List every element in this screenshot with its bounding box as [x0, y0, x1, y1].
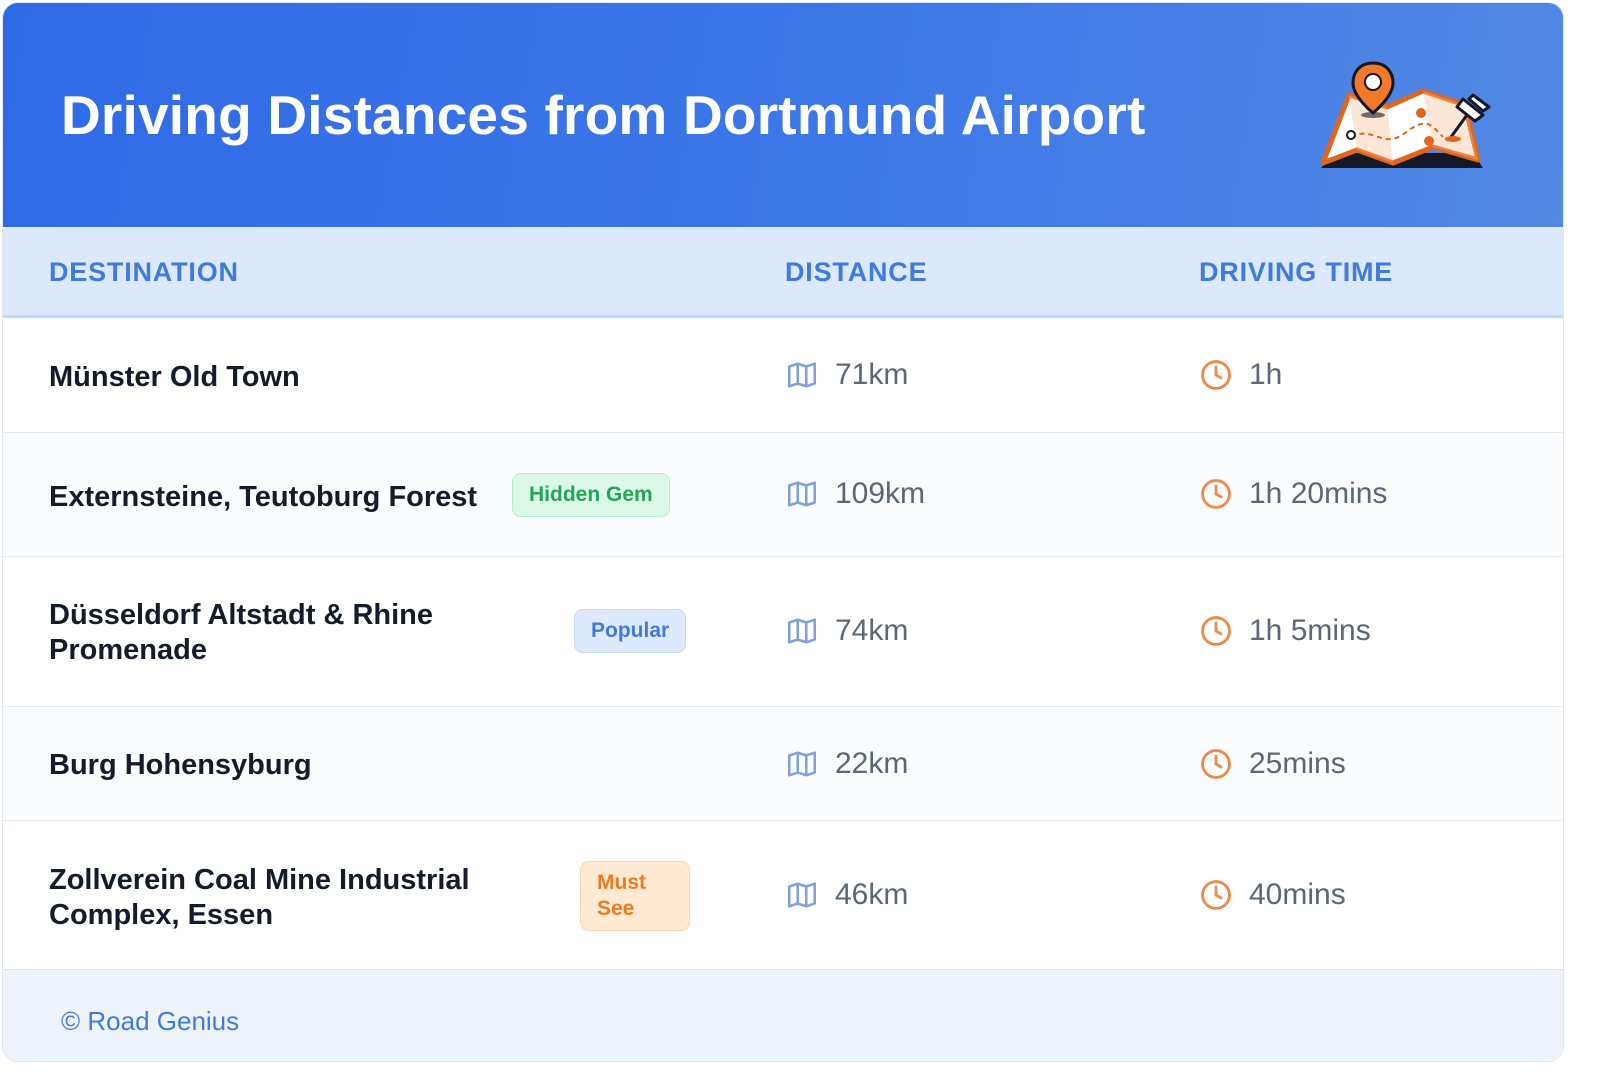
map-pin-illustration — [1320, 61, 1491, 168]
map-icon — [787, 362, 817, 388]
distance-cell: 22km — [785, 747, 908, 781]
header-banner: Driving Distances from Dortmund Airport — [3, 3, 1563, 227]
distance-cell: 46km — [785, 878, 908, 912]
table-row: Burg Hohensyburg 22km 25mins — [3, 707, 1563, 821]
time-value: 1h — [1249, 358, 1283, 391]
time-cell: 25mins — [1199, 747, 1346, 781]
distance-card: Driving Distances from Dortmund Airport … — [2, 2, 1564, 1062]
table-row: Düsseldorf Altstadt & Rhine Promenade Po… — [3, 557, 1563, 707]
map-icon — [787, 882, 817, 908]
destination-name: Burg Hohensyburg — [49, 749, 312, 781]
destination-name: Zollverein Coal Mine Industrial Complex,… — [49, 864, 470, 931]
table-row: Zollverein Coal Mine Industrial Complex,… — [3, 821, 1563, 969]
page-title: Driving Distances from Dortmund Airport — [61, 84, 1146, 146]
destination-name: Externsteine, Teutoburg Forest — [49, 481, 478, 513]
hidden-gem-badge: Hidden Gem — [512, 473, 670, 517]
distance-value: 74km — [835, 614, 909, 647]
copyright-credit: © Road Genius — [61, 1006, 240, 1036]
distance-cell: 74km — [785, 614, 908, 648]
time-cell: 1h — [1199, 358, 1282, 392]
table-row: Externsteine, Teutoburg Forest Hidden Ge… — [3, 433, 1563, 557]
distance-value: 71km — [835, 358, 909, 391]
destination-name: Münster Old Town — [49, 361, 300, 393]
table-row: Münster Old Town 71km 1h — [3, 318, 1563, 433]
footer: © Road Genius — [3, 969, 1563, 1061]
clock-icon — [1201, 616, 1231, 646]
distance-value: 46km — [835, 878, 909, 911]
distance-value: 22km — [835, 747, 909, 780]
time-cell: 1h 20mins — [1199, 477, 1387, 511]
map-icon — [787, 751, 817, 777]
table-header: DESTINATION DISTANCE DRIVING TIME — [3, 227, 1563, 318]
distance-cell: 71km — [785, 358, 908, 392]
destination-name: Düsseldorf Altstadt & Rhine Promenade — [49, 599, 434, 666]
column-header-distance: DISTANCE — [785, 257, 928, 287]
time-value: 1h 20mins — [1249, 477, 1388, 510]
clock-icon — [1201, 360, 1231, 390]
clock-icon — [1201, 479, 1231, 509]
distance-value: 109km — [835, 477, 926, 510]
time-value: 1h 5mins — [1249, 614, 1371, 647]
must-see-badge: Must See — [580, 861, 690, 931]
column-header-destination: DESTINATION — [49, 257, 239, 287]
time-value: 25mins — [1249, 747, 1346, 780]
clock-icon — [1201, 749, 1231, 779]
time-cell: 40mins — [1199, 878, 1346, 912]
clock-icon — [1201, 880, 1231, 910]
map-icon — [787, 618, 817, 644]
time-cell: 1h 5mins — [1199, 614, 1371, 648]
popular-badge: Popular — [574, 609, 687, 653]
map-icon — [787, 481, 817, 507]
time-value: 40mins — [1249, 878, 1346, 911]
column-header-driving-time: DRIVING TIME — [1199, 257, 1394, 287]
distance-cell: 109km — [785, 477, 925, 511]
